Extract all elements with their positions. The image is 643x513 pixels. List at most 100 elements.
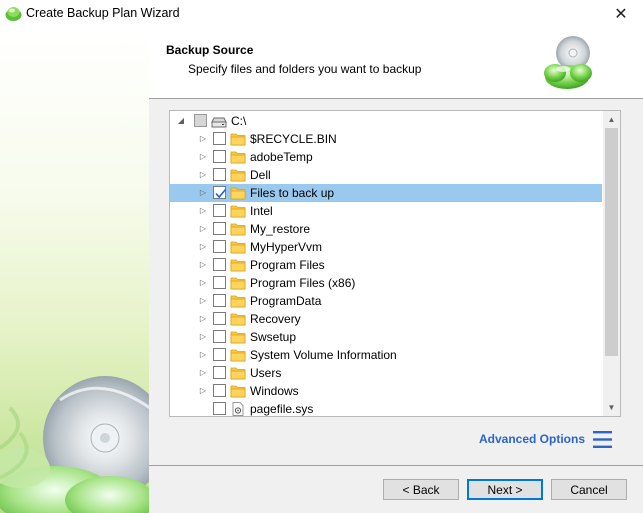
folder-icon bbox=[230, 241, 246, 254]
tree-item-label: Swsetup bbox=[250, 330, 297, 344]
collapse-arrow-icon[interactable]: ◢ bbox=[176, 116, 186, 126]
folder-icon bbox=[230, 313, 246, 326]
tree-item-checkbox[interactable] bbox=[213, 132, 226, 145]
close-button[interactable]: ✕ bbox=[599, 0, 643, 28]
folder-icon bbox=[230, 367, 246, 380]
tree-item-label: ProgramData bbox=[250, 294, 322, 308]
expand-arrow-icon[interactable]: ▷ bbox=[198, 350, 208, 360]
tree-item-checkbox[interactable] bbox=[213, 222, 226, 235]
expand-arrow-icon[interactable]: ▷ bbox=[198, 296, 208, 306]
folder-tree[interactable]: ◢ C:\ ▷ $RECYCLE.BIN ▷ adobeTemp ▷ Dell ▷ Files… bbox=[169, 110, 621, 417]
tree-item-row[interactable]: pagefile.sys bbox=[170, 400, 602, 416]
tree-item-label: Users bbox=[250, 366, 282, 380]
expand-arrow-icon[interactable]: ▷ bbox=[198, 314, 208, 324]
disc-artwork-icon bbox=[0, 376, 149, 513]
tree-item-checkbox[interactable] bbox=[213, 402, 226, 415]
expand-arrow-icon[interactable]: ▷ bbox=[198, 188, 208, 198]
tree-item-row[interactable]: ▷ Program Files (x86) bbox=[170, 274, 602, 292]
expand-arrow-icon[interactable]: ▷ bbox=[198, 332, 208, 342]
title-bar: Create Backup Plan Wizard ✕ bbox=[0, 0, 643, 28]
app-logo-icon bbox=[5, 7, 22, 21]
window-title: Create Backup Plan Wizard bbox=[26, 6, 180, 20]
tree-item-checkbox[interactable] bbox=[213, 366, 226, 379]
tree-item-checkbox[interactable] bbox=[213, 258, 226, 271]
expand-arrow-icon[interactable]: ▷ bbox=[198, 242, 208, 252]
tree-item-row[interactable]: ▷ MyHyperVvm bbox=[170, 238, 602, 256]
tree-item-label: Windows bbox=[250, 384, 299, 398]
expand-arrow-icon[interactable]: ▷ bbox=[198, 170, 208, 180]
scroll-thumb[interactable] bbox=[605, 128, 618, 356]
expand-arrow-icon[interactable]: ▷ bbox=[198, 224, 208, 234]
folder-icon bbox=[230, 259, 246, 272]
tree-item-checkbox[interactable] bbox=[213, 384, 226, 397]
folder-icon bbox=[230, 295, 246, 308]
scroll-up-icon[interactable]: ▲ bbox=[603, 111, 620, 128]
footer-divider bbox=[149, 465, 643, 466]
folder-icon bbox=[230, 205, 246, 218]
tree-root-row[interactable]: ◢ C:\ bbox=[170, 112, 602, 130]
root-checkbox[interactable] bbox=[194, 114, 207, 127]
folder-icon bbox=[230, 187, 246, 200]
tree-item-label: Files to back up bbox=[250, 186, 335, 200]
tree-item-checkbox[interactable] bbox=[213, 186, 227, 199]
folder-icon bbox=[230, 133, 246, 146]
system-file-icon bbox=[232, 402, 244, 416]
tree-item-row[interactable]: ▷ My_restore bbox=[170, 220, 602, 238]
next-button[interactable]: Next > bbox=[467, 479, 543, 500]
back-button[interactable]: < Back bbox=[383, 479, 459, 500]
advanced-options-menu-icon[interactable] bbox=[592, 429, 613, 450]
tree-item-checkbox[interactable] bbox=[213, 204, 226, 217]
drive-icon bbox=[211, 117, 227, 128]
tree-item-label: adobeTemp bbox=[250, 150, 313, 164]
tree-item-checkbox[interactable] bbox=[213, 276, 226, 289]
tree-item-row[interactable]: ▷ Users bbox=[170, 364, 602, 382]
tree-item-checkbox[interactable] bbox=[213, 348, 226, 361]
tree-item-label: Program Files bbox=[250, 258, 325, 272]
tree-item-label: Program Files (x86) bbox=[250, 276, 356, 290]
folder-icon bbox=[230, 277, 246, 290]
tree-item-row[interactable]: ▷ System Volume Information bbox=[170, 346, 602, 364]
tree-item-checkbox[interactable] bbox=[213, 150, 226, 163]
expand-arrow-icon[interactable]: ▷ bbox=[198, 278, 208, 288]
wizard-side-artwork bbox=[0, 28, 149, 513]
scroll-down-icon[interactable]: ▼ bbox=[603, 399, 620, 416]
folder-icon bbox=[230, 151, 246, 164]
tree-item-row[interactable]: ▷ Intel bbox=[170, 202, 602, 220]
tree-item-row[interactable]: ▷ $RECYCLE.BIN bbox=[170, 130, 602, 148]
tree-item-checkbox[interactable] bbox=[213, 330, 226, 343]
expand-arrow-icon[interactable]: ▷ bbox=[198, 386, 208, 396]
folder-icon bbox=[230, 331, 246, 344]
tree-item-row[interactable]: ▷ ProgramData bbox=[170, 292, 602, 310]
tree-item-label: Dell bbox=[250, 168, 271, 182]
tree-item-label: pagefile.sys bbox=[250, 402, 314, 416]
tree-item-row[interactable]: ▷ Dell bbox=[170, 166, 602, 184]
tree-item-label: MyHyperVvm bbox=[250, 240, 323, 254]
tree-item-checkbox[interactable] bbox=[213, 294, 226, 307]
backup-cloud-disc-icon bbox=[544, 36, 592, 89]
tree-item-row[interactable]: ▷ Files to back up bbox=[170, 184, 602, 202]
expand-arrow-icon[interactable]: ▷ bbox=[198, 260, 208, 270]
tree-item-checkbox[interactable] bbox=[213, 240, 226, 253]
wizard-header: Backup Source Specify files and folders … bbox=[149, 28, 643, 98]
cancel-button[interactable]: Cancel bbox=[551, 479, 627, 500]
tree-item-checkbox[interactable] bbox=[213, 168, 226, 181]
tree-item-label: System Volume Information bbox=[250, 348, 397, 362]
tree-item-row[interactable]: ▷ adobeTemp bbox=[170, 148, 602, 166]
expand-arrow-icon[interactable]: ▷ bbox=[198, 206, 208, 216]
close-icon: ✕ bbox=[614, 6, 628, 23]
tree-item-row[interactable]: ▷ Swsetup bbox=[170, 328, 602, 346]
page-title: Backup Source bbox=[166, 43, 254, 57]
tree-item-checkbox[interactable] bbox=[213, 312, 226, 325]
tree-item-label: $RECYCLE.BIN bbox=[250, 132, 337, 146]
checkmark-icon bbox=[215, 188, 227, 199]
expand-arrow-icon[interactable]: ▷ bbox=[198, 368, 208, 378]
folder-icon bbox=[230, 169, 246, 182]
tree-item-row[interactable]: ▷ Recovery bbox=[170, 310, 602, 328]
advanced-options-link[interactable]: Advanced Options bbox=[479, 432, 585, 446]
expand-arrow-icon[interactable]: ▷ bbox=[198, 152, 208, 162]
folder-icon bbox=[230, 385, 246, 398]
tree-item-row[interactable]: ▷ Program Files bbox=[170, 256, 602, 274]
tree-vertical-scrollbar[interactable]: ▲ ▼ bbox=[603, 111, 620, 416]
expand-arrow-icon[interactable]: ▷ bbox=[198, 134, 208, 144]
tree-item-row[interactable]: ▷ Windows bbox=[170, 382, 602, 400]
